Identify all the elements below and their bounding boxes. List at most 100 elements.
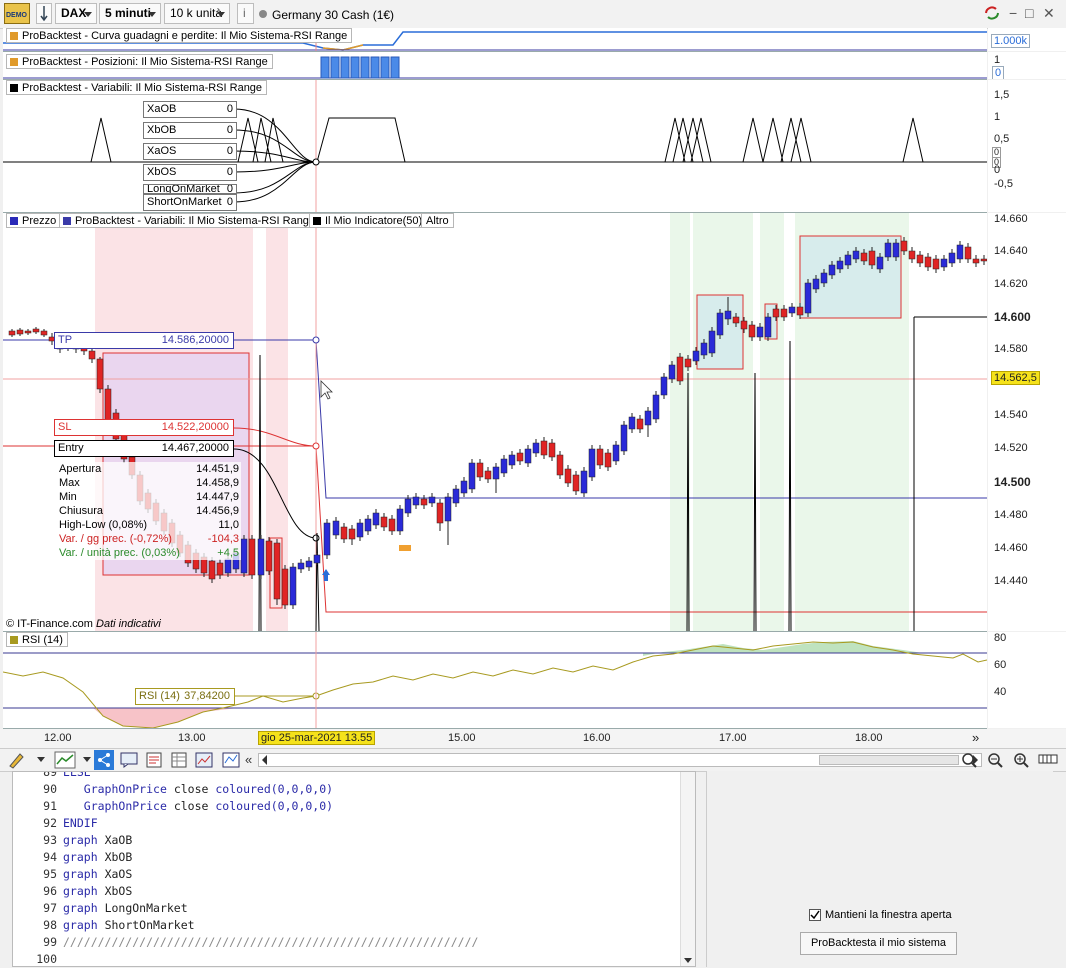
candle <box>508 454 516 466</box>
settings-grid-icon[interactable] <box>1038 753 1058 770</box>
code-line[interactable]: 93 graph XaOB <box>13 832 132 849</box>
connection-icon[interactable] <box>36 3 52 24</box>
entry-tag[interactable]: Entry 14.467,20000 <box>54 440 234 457</box>
zoom-out-icon[interactable] <box>986 751 1004 772</box>
candle <box>932 258 940 270</box>
var-axis-tick: 0 <box>994 164 1001 176</box>
chevron-down-icon[interactable] <box>37 757 45 762</box>
rsi-tag[interactable]: RSI (14) 37,84200 <box>135 688 235 705</box>
zoom-fit-icon[interactable] <box>960 751 978 772</box>
share-icon[interactable] <box>94 750 114 770</box>
chevron-down-icon[interactable] <box>83 757 91 762</box>
rsi-axis: 80 60 40 <box>988 632 1066 728</box>
run-backtest-button[interactable]: ProBacktesta il mio sistema <box>800 932 957 955</box>
var-name: XaOS <box>147 145 177 157</box>
code-text: ////////////////////////////////////////… <box>63 935 479 949</box>
window-chart-icon[interactable] <box>195 752 213 771</box>
variables-panel-title[interactable]: ProBacktest - Variabili: Il Mio Sistema-… <box>6 80 268 95</box>
position-bar <box>320 56 330 79</box>
price-tick: 14.520 <box>994 442 1028 454</box>
maximize-button[interactable]: □ <box>1025 5 1033 21</box>
code-text: GraphOnPrice close coloured(0,0,0,0) <box>83 782 334 796</box>
code-line[interactable]: 89 ELSE <box>13 771 91 781</box>
code-line[interactable]: 96 graph XbOS <box>13 883 132 900</box>
line-number: 92 <box>43 816 57 830</box>
rsi-tick: 80 <box>994 632 1007 644</box>
series-swatch <box>10 58 18 66</box>
price-tick: 14.660 <box>994 213 1028 225</box>
minimize-button[interactable]: − <box>1009 5 1017 21</box>
scroll-left-button[interactable]: « <box>245 752 252 767</box>
info-close: Chiusura 14.456,9 <box>59 505 239 517</box>
tp-tag[interactable]: TP 14.586,20000 <box>54 332 234 349</box>
rsi-panel-title[interactable]: RSI (14) <box>6 632 68 647</box>
candle <box>412 496 420 506</box>
close-button[interactable]: ✕ <box>1043 5 1055 22</box>
candle <box>224 558 232 574</box>
code-line[interactable]: 91 GraphOnPrice close coloured(0,0,0,0) <box>13 798 333 815</box>
horizontal-scrollbar[interactable] <box>258 753 982 767</box>
code-line[interactable]: 90 GraphOnPrice close coloured(0,0,0,0) <box>13 781 333 798</box>
var-value: 0 <box>226 103 233 115</box>
scroll-left-arrow[interactable] <box>262 755 267 765</box>
var-box-xaob: XaOB 0 <box>143 101 237 118</box>
comment-icon[interactable] <box>120 752 138 771</box>
pen-icon[interactable] <box>6 751 28 769</box>
code-line[interactable]: 95 graph XaOS <box>13 866 132 883</box>
code-line[interactable]: 100 <box>13 951 63 966</box>
indicator-icon[interactable] <box>54 751 76 769</box>
backtest-icon[interactable] <box>222 752 240 771</box>
candle <box>516 452 524 462</box>
code-line[interactable]: 97 graph LongOnMarket <box>13 900 188 917</box>
equity-panel-title[interactable]: ProBacktest - Curva guadagni e perdite: … <box>6 28 353 43</box>
candle <box>208 560 216 580</box>
code-line[interactable]: 98 graph ShortOnMarket <box>13 917 195 934</box>
candle <box>748 324 756 338</box>
report-icon[interactable] <box>146 752 162 771</box>
candle <box>644 410 652 426</box>
timeframe-select[interactable]: 5 minuti <box>99 3 161 24</box>
candle <box>340 526 348 540</box>
sync-icon[interactable] <box>983 5 1001 24</box>
candle <box>796 306 804 316</box>
editor-scrollbar[interactable] <box>680 772 695 966</box>
legend-indicatore[interactable]: Il Mio Indicatore(50) <box>309 213 428 228</box>
legend-altro[interactable]: Altro <box>421 213 454 228</box>
x-tick: 17.00 <box>719 732 747 744</box>
positions-panel-title[interactable]: ProBacktest - Posizioni: Il Mio Sistema-… <box>6 54 273 69</box>
candle <box>732 316 740 324</box>
price-tick: 14.540 <box>994 409 1028 421</box>
keep-window-open-checkbox[interactable] <box>809 909 821 921</box>
info-button[interactable]: i <box>237 3 254 24</box>
code-line[interactable]: 92 ENDIF <box>13 815 97 832</box>
positions-axis-tick: 1 <box>994 54 1001 66</box>
legend-variabili[interactable]: ProBacktest - Variabili: Il Mio Sistema-… <box>59 213 321 228</box>
code-editor[interactable]: 89 ELSE 90 GraphOnPrice close coloured(0,0… <box>12 771 696 967</box>
sl-tag[interactable]: SL 14.522,20000 <box>54 419 234 436</box>
timeframe-label: 5 minuti <box>105 6 152 20</box>
info-max: Max 14.458,9 <box>59 477 239 489</box>
line-number: 98 <box>43 918 57 932</box>
candle <box>940 258 948 268</box>
x-tick: 15.00 <box>448 732 476 744</box>
code-line[interactable]: 99 //////////////////////////////////////… <box>13 934 478 951</box>
candle <box>364 518 372 532</box>
candle <box>96 358 104 390</box>
code-text: graph ShortOnMarket <box>63 918 195 932</box>
legend-prezzo[interactable]: Prezzo <box>6 213 62 228</box>
instrument-select[interactable]: DAX <box>55 3 97 24</box>
scrollbar-thumb[interactable] <box>819 755 959 765</box>
x-tick: 13.00 <box>178 732 206 744</box>
var-value: 0 <box>226 166 233 178</box>
zoom-in-icon[interactable] <box>1012 751 1030 772</box>
line-number: 89 <box>43 771 57 779</box>
sheet-icon[interactable] <box>171 752 187 771</box>
candle <box>348 528 356 540</box>
code-line[interactable]: 94 graph XbOB <box>13 849 132 866</box>
scroll-down-arrow[interactable] <box>684 958 692 963</box>
scroll-more-button[interactable]: » <box>972 730 979 745</box>
editor-toolbar: « <box>0 748 1066 772</box>
var-axis-tick: 1,5 <box>994 89 1010 101</box>
units-select[interactable]: 10 k unità <box>164 3 230 24</box>
price-tick: 14.480 <box>994 509 1028 521</box>
